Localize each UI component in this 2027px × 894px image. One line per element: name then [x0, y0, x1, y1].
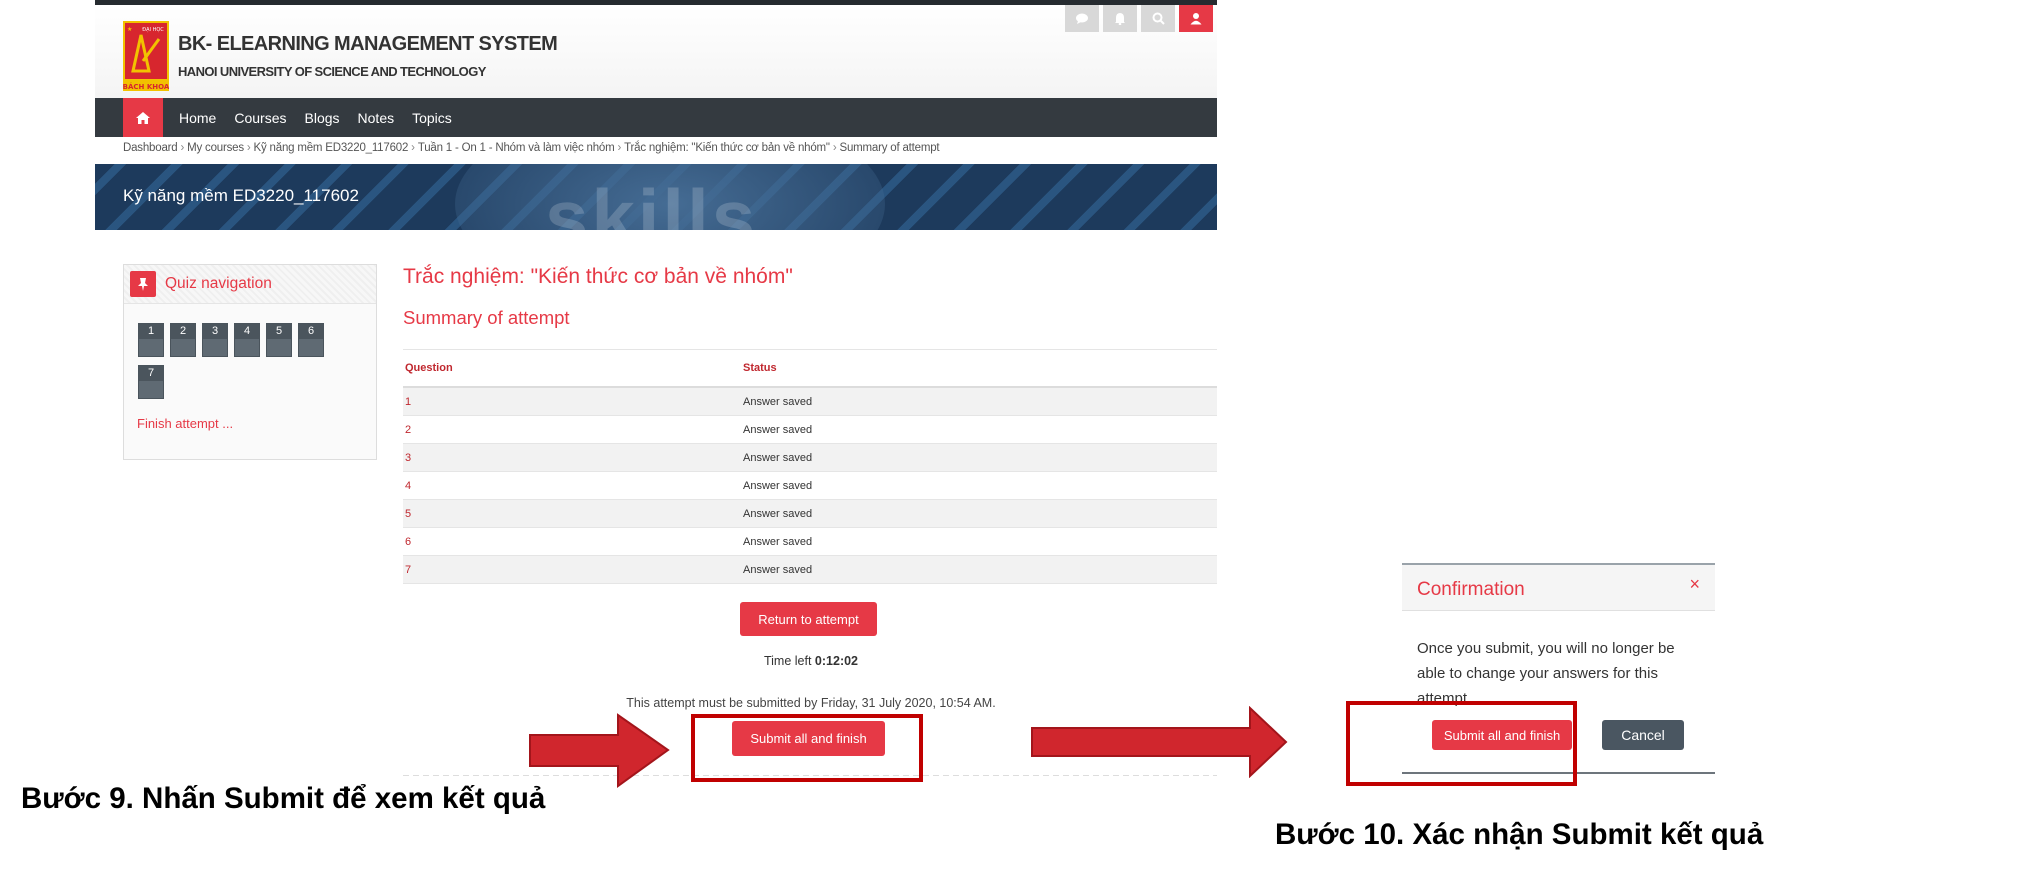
question-button-4[interactable]: 4 [234, 323, 260, 357]
svg-text:★: ★ [127, 26, 132, 33]
question-status: Answer saved [741, 499, 1217, 528]
question-button-1[interactable]: 1 [138, 323, 164, 357]
step-9-caption: Bước 9. Nhấn Submit để xem kết quả [21, 782, 546, 815]
breadcrumb-item[interactable]: Dashboard [123, 142, 178, 154]
arrow-right-icon [1031, 706, 1288, 778]
finish-attempt-link[interactable]: Finish attempt ... [137, 416, 233, 431]
bell-icon[interactable] [1103, 5, 1137, 32]
step-10-caption: Bước 10. Xác nhận Submit kết quả [1275, 818, 1764, 851]
question-link[interactable]: 6 [403, 527, 741, 556]
dialog-message: Once you submit, you will no longer be a… [1417, 640, 1675, 707]
breadcrumb-item[interactable]: Trắc nghiệm: "Kiến thức cơ bản về nhóm" [624, 142, 830, 154]
svg-text:ĐẠI HỌC: ĐẠI HỌC [142, 27, 164, 33]
question-status: Answer saved [741, 443, 1217, 472]
question-status: Answer saved [741, 415, 1217, 444]
question-button-7[interactable]: 7 [138, 365, 164, 399]
time-left-label: Time left [763, 654, 812, 668]
dialog-title: Confirmation [1417, 579, 1525, 600]
nav-item-notes[interactable]: Notes [358, 110, 395, 126]
table-row: 7 Answer saved [403, 555, 1217, 584]
comment-icon[interactable] [1065, 5, 1099, 32]
highlight-box-submit [691, 714, 923, 782]
moodle-quiz-summary-screenshot: ★ BÁCH KHOA ĐẠI HỌC BK- ELEARNING MANAGE… [95, 0, 1217, 780]
question-button-2[interactable]: 2 [170, 323, 196, 357]
pin-icon[interactable] [130, 271, 156, 297]
table-row: 6 Answer saved [403, 527, 1217, 556]
nav-item-blogs[interactable]: Blogs [305, 110, 340, 126]
nav-item-home[interactable]: Home [179, 110, 216, 126]
nav-item-courses[interactable]: Courses [234, 110, 286, 126]
table-row: 5 Answer saved [403, 499, 1217, 528]
quiz-title: Trắc nghiệm: "Kiến thức cơ bản về nhóm" [403, 265, 793, 288]
quiz-navigation-header: Quiz navigation [124, 265, 376, 304]
course-banner: skills Kỹ năng mềm ED3220_117602 [95, 164, 1217, 230]
column-header-question: Question [403, 349, 741, 388]
table-row: 3 Answer saved [403, 443, 1217, 472]
question-link[interactable]: 3 [403, 443, 741, 472]
site-title[interactable]: BK- ELEARNING MANAGEMENT SYSTEM [178, 33, 558, 56]
site-subtitle: HANOI UNIVERSITY OF SCIENCE AND TECHNOLO… [178, 64, 486, 79]
question-button-3[interactable]: 3 [202, 323, 228, 357]
main-navbar: Home Courses Blogs Notes Topics [95, 98, 1217, 137]
table-row: 4 Answer saved [403, 471, 1217, 500]
breadcrumb-item[interactable]: Tuần 1 - On 1 - Nhóm và làm việc nhóm [418, 142, 615, 154]
svg-text:BÁCH KHOA: BÁCH KHOA [123, 82, 169, 91]
breadcrumb-separator: › [832, 142, 837, 154]
breadcrumb-separator: › [411, 142, 415, 154]
quiz-navigation-block: Quiz navigation 1 2 3 4 5 6 7 Finish att… [123, 264, 377, 460]
breadcrumb-item[interactable]: My courses [187, 142, 244, 154]
question-status: Answer saved [741, 387, 1217, 416]
breadcrumb-item[interactable]: Kỹ năng mềm ED3220_117602 [254, 142, 409, 154]
user-icon[interactable] [1179, 5, 1213, 32]
question-link[interactable]: 2 [403, 415, 741, 444]
question-link[interactable]: 7 [403, 555, 741, 584]
table-row: 2 Answer saved [403, 415, 1217, 444]
question-status: Answer saved [741, 471, 1217, 500]
university-logo: ★ BÁCH KHOA ĐẠI HỌC [123, 21, 169, 91]
arrow-right-icon [529, 713, 670, 788]
question-status: Answer saved [741, 555, 1217, 584]
summary-title: Summary of attempt [403, 307, 570, 328]
header-icon-bar [1065, 5, 1213, 32]
quiz-navigation-title: Quiz navigation [165, 275, 272, 292]
question-link[interactable]: 4 [403, 471, 741, 500]
breadcrumb-separator: › [246, 142, 251, 154]
summary-table: Question Status 1 Answer saved 2 Answer sa… [403, 349, 1217, 584]
table-header-row: Question Status [403, 349, 1217, 388]
breadcrumb-separator: › [617, 142, 622, 154]
breadcrumb-current: Summary of attempt [839, 142, 940, 154]
return-to-attempt-button[interactable]: Return to attempt [740, 602, 877, 636]
question-status: Answer saved [741, 527, 1217, 556]
cancel-button[interactable]: Cancel [1602, 720, 1684, 750]
question-button-6[interactable]: 6 [298, 323, 324, 357]
search-icon[interactable] [1141, 5, 1175, 32]
banner-background-word: skills [545, 173, 759, 230]
confirmation-dialog: Confirmation × Once you submit, you will… [1402, 563, 1715, 778]
dialog-header: Confirmation × [1402, 565, 1715, 611]
close-icon[interactable]: × [1689, 574, 1700, 595]
nav-item-topics[interactable]: Topics [412, 110, 452, 126]
home-icon [136, 111, 150, 124]
time-left-value: 0:12:02 [814, 654, 859, 668]
breadcrumb: Dashboard › My courses › Kỹ năng mềm ED3220_… [123, 142, 940, 154]
breadcrumb-separator: › [180, 142, 185, 154]
column-header-status: Status [741, 349, 1217, 388]
question-link[interactable]: 1 [403, 387, 741, 416]
question-link[interactable]: 5 [403, 499, 741, 528]
time-left: Time left 0:12:02 [95, 654, 1217, 668]
confirm-submit-button[interactable]: Submit all and finish [1432, 720, 1572, 750]
question-button-5[interactable]: 5 [266, 323, 292, 357]
home-icon-button[interactable] [123, 98, 163, 137]
course-title: Kỹ năng mềm ED3220_117602 [123, 186, 359, 205]
site-header: ★ BÁCH KHOA ĐẠI HỌC BK- ELEARNING MANAGE… [95, 5, 1217, 98]
table-row: 1 Answer saved [403, 387, 1217, 416]
